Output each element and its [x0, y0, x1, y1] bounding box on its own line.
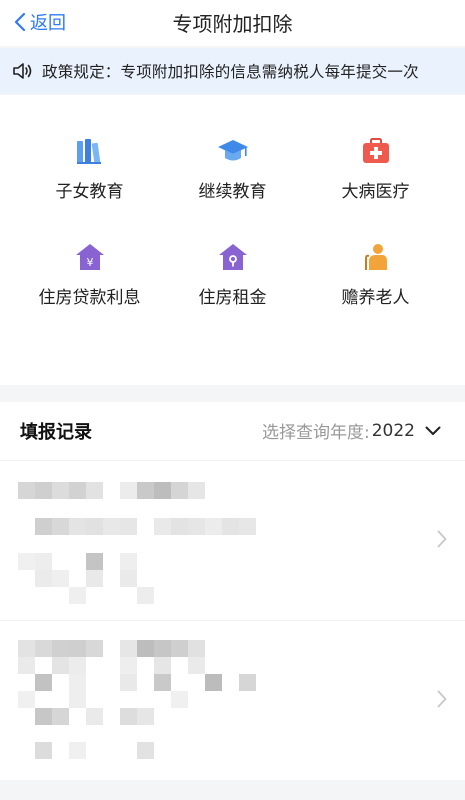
records-header: 填报记录 选择查询年度: 2022	[0, 402, 465, 460]
books-icon	[77, 139, 101, 164]
deduction-label: 继续教育	[198, 182, 267, 202]
chevron-right-icon	[437, 690, 447, 708]
elderly-person-icon	[365, 244, 387, 270]
medical-kit-icon	[363, 138, 389, 163]
page-title: 专项附加扣除	[172, 12, 293, 36]
navbar: 返回 专项附加扣除	[0, 0, 465, 46]
deduction-label: 住房贷款利息	[38, 288, 141, 308]
year-selector-label: 选择查询年度:	[262, 423, 370, 443]
notice-text: 政策规定：专项附加扣除的信息需纳税人每年提交一次	[42, 63, 419, 81]
deduction-grid: 子女教育 继续教育 大病医疗 ¥ 住房贷款利息 住房租金 赡养老人	[0, 95, 465, 385]
deduction-label: 子女教育	[55, 182, 124, 202]
deduction-serious-illness[interactable]: 大病医疗	[298, 135, 453, 225]
house-key-icon	[219, 244, 247, 270]
house-yuan-icon: ¥	[76, 244, 104, 270]
divider	[0, 620, 465, 621]
bottom-spacer	[0, 780, 465, 800]
chevron-right-icon	[437, 530, 447, 548]
deduction-housing-loan-interest[interactable]: ¥ 住房贷款利息	[12, 241, 167, 331]
year-selector[interactable]: 选择查询年度: 2022	[262, 418, 441, 443]
record-item[interactable]	[0, 460, 465, 620]
records-section: 填报记录 选择查询年度: 2022	[0, 402, 465, 780]
deduction-housing-rent[interactable]: 住房租金	[155, 241, 310, 331]
record-item[interactable]	[0, 620, 465, 780]
policy-notice: 政策规定：专项附加扣除的信息需纳税人每年提交一次	[0, 48, 465, 94]
speaker-icon	[13, 63, 32, 79]
deduction-children-education[interactable]: 子女教育	[12, 135, 167, 225]
deduction-continuing-education[interactable]: 继续教育	[155, 135, 310, 225]
divider	[0, 460, 465, 461]
deduction-label: 大病医疗	[341, 182, 410, 202]
records-title: 填报记录	[20, 422, 92, 443]
chevron-down-icon	[425, 426, 441, 435]
year-selector-value: 2022	[371, 420, 415, 441]
deduction-label: 住房租金	[198, 288, 267, 308]
deduction-label: 赡养老人	[341, 288, 410, 308]
svg-text:¥: ¥	[87, 256, 94, 269]
graduation-cap-icon	[218, 140, 248, 161]
deduction-elderly-support[interactable]: 赡养老人	[298, 241, 453, 331]
